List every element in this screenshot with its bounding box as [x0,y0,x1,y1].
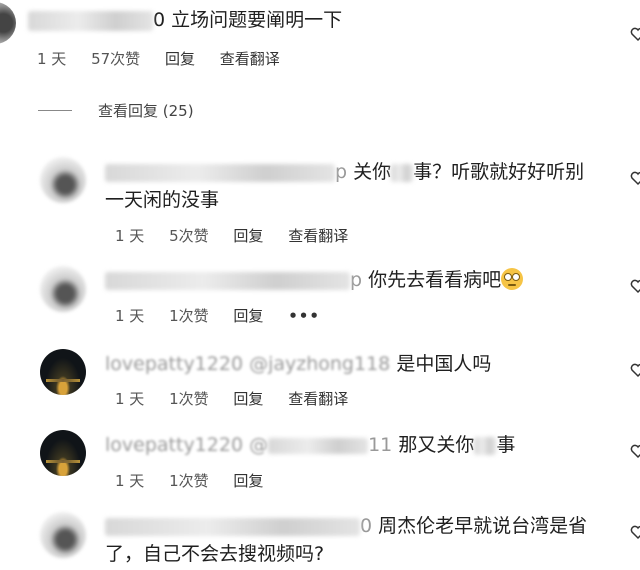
reply-meta: 1 天 5次赞 回复 查看翻译 [115,225,368,246]
reply-text: p 你先去看看病吧 [105,266,524,294]
timestamp: 1 天 [115,227,145,245]
avatar[interactable] [40,349,86,395]
like-count: 5次赞 [169,227,209,245]
heart-outline-icon[interactable] [630,443,640,459]
timestamp: 1 天 [115,307,145,325]
username[interactable]: lovepatty1220 @jayzhong118 [105,353,390,375]
username[interactable]: lovepatty1220 @ [105,434,268,456]
redacted-word [474,436,497,455]
face-with-rolling-eyes-icon [501,268,524,290]
redacted-username [105,271,350,290]
avatar[interactable] [40,430,86,476]
username-tail: p [335,161,348,183]
avatar[interactable] [40,512,86,558]
timestamp: 1 天 [37,50,67,68]
top-comment-meta: 1 天 57次赞 回复 查看翻译 [37,48,300,69]
reply-button[interactable]: 回复 [233,390,263,408]
comment-text: 事？听歌就好好听别 [413,161,585,183]
heart-outline-icon[interactable] [630,278,640,294]
comment-text: 那又关你 [398,434,475,456]
reply-button[interactable]: 回复 [233,227,263,245]
comment-text: 事 [496,434,516,456]
reply-meta: 1 天 1次赞 回复 查看翻译 [115,388,368,409]
heart-outline-icon[interactable] [630,26,640,42]
avatar[interactable] [40,266,86,312]
heart-outline-icon[interactable] [630,524,640,540]
view-replies-button[interactable]: 查看回复 (25) [98,100,194,121]
top-comment-text: 0 立场问题要阐明一下 [28,6,342,34]
reply-button[interactable]: 回复 [165,50,195,68]
translate-button[interactable]: 查看翻译 [220,50,280,68]
comment-text: 关你 [353,161,392,183]
like-count: 1次赞 [169,390,209,408]
comment-text: 是中国人吗 [396,353,492,375]
like-count: 57次赞 [91,50,141,68]
like-count: 1次赞 [169,307,209,325]
reply-text: lovepatty1220 @ 11 那又关你事 [105,431,515,459]
heart-outline-icon[interactable] [630,362,640,378]
redacted-username [105,517,360,536]
divider [38,110,72,111]
avatar[interactable] [40,157,86,203]
translate-button[interactable]: 查看翻译 [288,390,348,408]
redacted-username [105,163,335,182]
reply-text: lovepatty1220 @jayzhong118 是中国人吗 [105,350,491,378]
timestamp: 1 天 [115,472,145,490]
comment-text-line2: 了，自己不会去搜视频吗? [105,543,325,565]
reply-button[interactable]: 回复 [233,307,263,325]
username-tail: 11 [368,434,393,456]
comment-text: 0 立场问题要阐明一下 [153,9,343,31]
redacted-username [28,10,153,31]
reply-meta: 1 天 1次赞 回复 [115,470,283,491]
username-tail: p [350,269,363,291]
reply-text: p 关你 事？听歌就好好听别 [105,158,584,186]
comment-text-line2: 一天闲的没事 [105,189,220,211]
like-count: 1次赞 [169,472,209,490]
translate-button[interactable]: 查看翻译 [288,227,348,245]
reply-button[interactable]: 回复 [233,472,263,490]
comment-text: 你先去看看病吧 [368,269,502,291]
heart-outline-icon[interactable] [630,170,640,186]
redacted-word [391,163,414,182]
reply-meta: 1 天 1次赞 回复 ••• [115,305,340,326]
username-tail: 0 [360,515,373,537]
more-options-button[interactable]: ••• [288,307,320,325]
timestamp: 1 天 [115,390,145,408]
avatar[interactable] [0,2,16,44]
reply-text: 0 周杰伦老早就说台湾是省 [105,512,587,540]
redacted-username [268,437,369,454]
comment-text: 周杰伦老早就说台湾是省 [378,515,588,537]
